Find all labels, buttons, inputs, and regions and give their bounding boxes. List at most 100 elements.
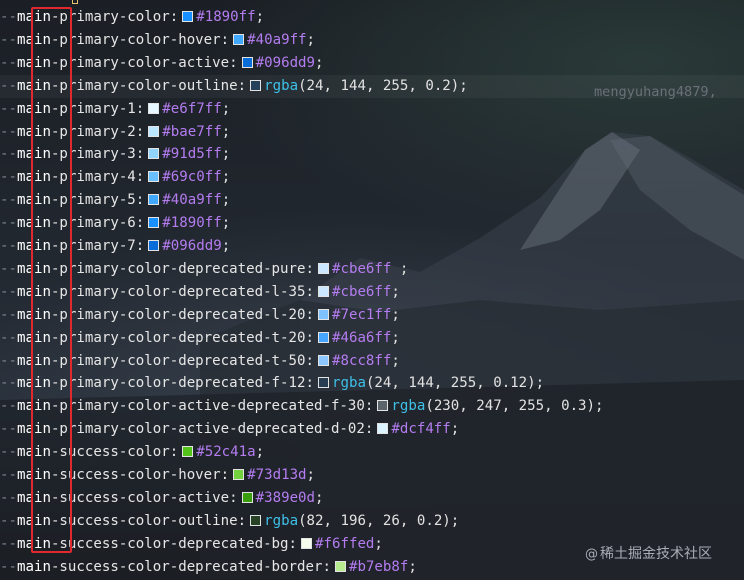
css-variable-name: -success-color-outline: [50,512,247,529]
code-editor[interactable]: --main-primary-color: #1890ff; --main-prim… [0,0,744,580]
line-indent: -- [0,31,17,48]
line-indent: -- [0,260,17,277]
color-value: #cbe6ff [331,283,392,300]
line-indent: -- [0,215,17,232]
rgba-arguments: (230, 247, 255, 0.3) [425,398,596,415]
line-indent: -- [0,283,17,300]
color-swatch[interactable] [182,446,194,458]
color-swatch[interactable] [148,102,160,114]
color-value: #40a9ff [162,192,222,209]
line-indent: -- [0,444,17,461]
color-swatch[interactable] [250,79,262,91]
css-variable-name: -primary-color-active: [50,54,238,71]
color-swatch[interactable] [148,148,160,160]
color-swatch[interactable] [317,262,329,274]
highlighted-word: main [16,558,51,575]
color-swatch[interactable] [148,217,160,229]
css-variable-name: -primary-color-deprecated-t-50: [50,352,314,369]
color-value: #bae7ff [162,123,222,140]
copyright-icon: @ [585,547,598,562]
semicolon: ; [221,100,231,117]
semicolon: ; [535,375,545,392]
line-indent: -- [0,558,17,575]
color-swatch[interactable] [250,514,262,526]
line-indent: -- [0,306,17,323]
code-line[interactable]: --main-primary-color-deprecated-f-12: rgb… [0,372,544,395]
color-value: #389e0d [255,489,316,506]
line-indent: -- [0,352,17,369]
css-variable-name: -primary-color-deprecated-l-35: [50,283,314,300]
line-indent: -- [0,489,17,506]
semicolon: ; [255,9,265,25]
semicolon: ; [221,169,231,186]
color-swatch[interactable] [233,469,245,480]
semicolon: ; [306,31,316,48]
rgba-function: rgba [264,77,299,94]
line-indent: -- [0,512,17,529]
semicolon: ; [391,306,400,323]
color-swatch[interactable] [317,285,329,297]
color-value: #dcf4ff [391,421,451,438]
color-value: #096dd9 [255,54,316,71]
color-swatch[interactable] [241,491,253,503]
semicolon: ; [450,512,460,529]
color-swatch[interactable] [148,194,160,206]
color-value: #52c41a [196,444,256,461]
semicolon: ; [221,123,231,140]
rgba-function: rgba [331,375,366,392]
code-line[interactable]: --main-success-color-deprecated-border: #… [0,556,417,579]
color-value: #1890ff [162,215,222,232]
color-swatch[interactable] [317,354,329,366]
color-swatch[interactable] [233,33,245,45]
color-swatch[interactable] [148,171,160,183]
color-swatch[interactable] [317,331,329,343]
rgba-function: rgba [391,398,426,415]
css-variable-name: -success-color-deprecated-bg: [50,535,298,552]
css-variable-name: -primary-color-deprecated-l-20: [50,306,314,323]
semicolon: ; [255,444,265,461]
color-value: #91d5ff [162,146,222,163]
semicolon: ; [459,77,468,94]
color-swatch[interactable] [317,308,329,320]
code-line[interactable]: --main-primary-color-active-deprecated-f… [0,395,604,418]
line-indent: -- [0,9,17,25]
line-indent: -- [0,467,17,483]
css-variable-name: -primary-color-deprecated-t-20: [50,329,314,346]
color-swatch[interactable] [334,560,346,572]
rgba-arguments: (82, 196, 26, 0.2) [298,512,451,529]
color-swatch[interactable] [301,537,313,549]
semicolon: ; [221,238,231,254]
line-indent: -- [0,329,17,346]
line-indent: -- [0,169,17,186]
watermark-text: 稀土掘金技术社区 [600,546,712,562]
line-indent: -- [0,398,17,415]
semicolon: ; [374,535,383,552]
line-indent: -- [0,192,17,209]
css-variable-name: -success-color-active: [50,489,238,506]
color-swatch[interactable] [241,56,253,68]
semicolon: ; [595,398,604,415]
line-indent: -- [0,375,17,392]
color-value: #8cc8ff [331,352,392,369]
color-value: #7ec1ff [331,306,392,323]
color-swatch[interactable] [377,400,389,412]
color-value: #1890ff [196,9,256,25]
rgba-function: rgba [264,512,299,529]
color-value: #cbe6ff [331,260,392,277]
color-swatch[interactable] [317,377,329,389]
semicolon: ; [306,467,316,483]
color-swatch[interactable] [148,240,160,251]
semicolon: ; [221,192,231,209]
color-swatch[interactable] [182,11,194,22]
css-variable-name: -primary-color-deprecated-pure: [50,260,314,277]
color-value: #46a6ff [331,329,392,346]
color-swatch[interactable] [148,125,160,137]
semicolon: ; [391,329,400,346]
css-variable-name: -success-color-deprecated-border: [50,558,331,575]
semicolon: ; [221,215,231,232]
color-swatch[interactable] [377,423,389,435]
css-variable-name: -success-color-hover: [50,467,230,483]
main-word-highlight-box [31,7,72,553]
color-value: #69c0ff [162,169,222,186]
semicolon: ; [450,421,460,438]
